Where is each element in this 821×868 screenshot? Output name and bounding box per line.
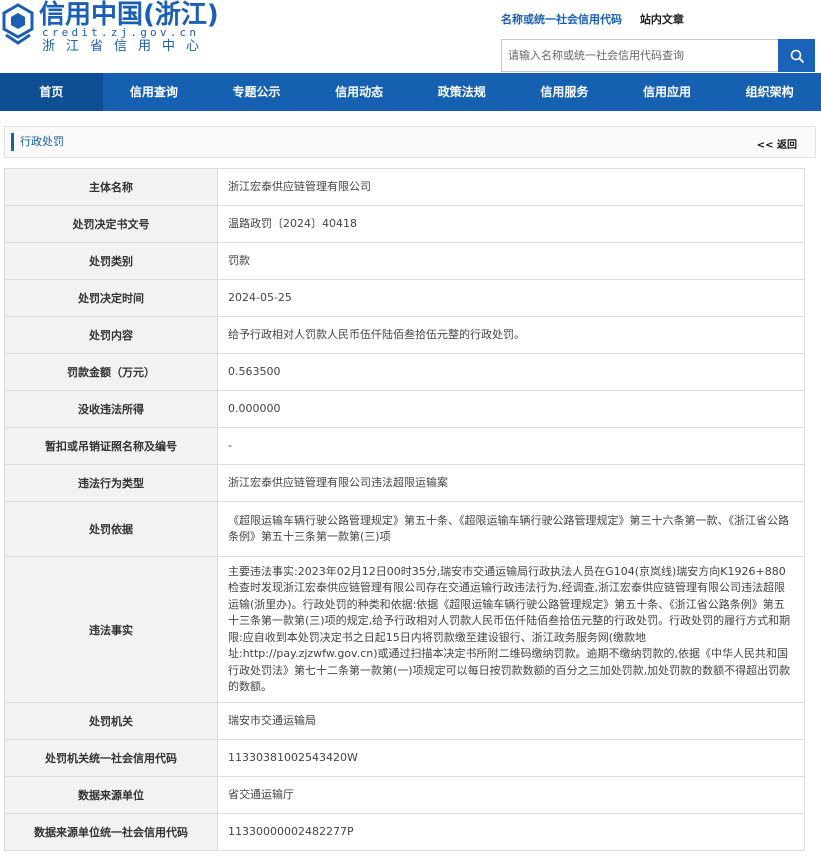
brand-subtitle: 浙江省信用中心 [42, 39, 211, 54]
table-row: 处罚决定书文号 温路政罚〔2024〕40418 [4, 205, 805, 243]
row-value: 11330381002543420W [217, 739, 805, 777]
search-button[interactable] [778, 39, 815, 72]
main-nav: 首页 信用查询 专题公示 信用动态 政策法规 信用服务 信用应用 组织架构 [0, 73, 821, 111]
row-value: 给予行政相对人罚款人民币伍仟陆佰叁拾伍元整的行政处罚。 [217, 316, 805, 354]
row-label: 处罚依据 [4, 501, 218, 557]
table-row: 处罚类别 罚款 [4, 242, 805, 280]
table-row: 违法事实 主要违法事实:2023年02月12日00时35分,瑞安市交通运输局行政… [4, 556, 805, 703]
row-label: 处罚机关统一社会信用代码 [4, 739, 218, 777]
nav-item-policy[interactable]: 政策法规 [411, 73, 514, 111]
row-value: 浙江宏泰供应链管理有限公司违法超限运输案 [217, 464, 805, 502]
row-label: 主体名称 [4, 168, 218, 206]
row-label: 处罚类别 [4, 242, 218, 280]
site-header: 信用中国(浙江) credit.zj.gov.cn 浙江省信用中心 名称或统一社… [0, 0, 821, 73]
nav-item-special-notice[interactable]: 专题公示 [205, 73, 308, 111]
nav-item-credit-news[interactable]: 信用动态 [308, 73, 411, 111]
table-row: 处罚内容 给予行政相对人罚款人民币伍仟陆佰叁拾伍元整的行政处罚。 [4, 316, 805, 354]
row-label: 暂扣或吊销证照名称及编号 [4, 427, 218, 465]
section-accent-bar [11, 133, 14, 151]
row-value: 2024-05-25 [217, 279, 805, 317]
row-label: 违法事实 [4, 556, 218, 703]
nav-item-organization[interactable]: 组织架构 [718, 73, 821, 111]
row-value: 11330000002482277P [217, 813, 805, 851]
row-label: 罚款金额（万元） [4, 353, 218, 391]
nav-item-credit-service[interactable]: 信用服务 [513, 73, 616, 111]
table-row: 没收违法所得 0.000000 [4, 390, 805, 428]
table-row: 处罚机关统一社会信用代码 11330381002543420W [4, 739, 805, 777]
table-row: 暂扣或吊销证照名称及编号 - [4, 427, 805, 465]
table-row: 违法行为类型 浙江宏泰供应链管理有限公司违法超限运输案 [4, 464, 805, 502]
row-value: 浙江宏泰供应链管理有限公司 [217, 168, 805, 206]
table-row: 罚款金额（万元） 0.563500 [4, 353, 805, 391]
search-icon [790, 49, 804, 63]
table-row: 处罚机关 瑞安市交通运输局 [4, 702, 805, 740]
search-tab-credit-code[interactable]: 名称或统一社会信用代码 [501, 11, 622, 27]
section-header: 行政处罚 << 返回 [4, 126, 816, 158]
row-label: 没收违法所得 [4, 390, 218, 428]
row-label: 违法行为类型 [4, 464, 218, 502]
back-link[interactable]: << 返回 [757, 136, 797, 151]
row-label: 处罚决定书文号 [4, 205, 218, 243]
table-row: 处罚依据 《超限运输车辆行驶公路管理规定》第五十条、《超限运输车辆行驶公路管理规… [4, 501, 805, 557]
table-row: 数据来源单位 省交通运输厅 [4, 776, 805, 814]
row-value: 温路政罚〔2024〕40418 [217, 205, 805, 243]
search-tab-articles[interactable]: 站内文章 [640, 11, 684, 27]
row-label: 处罚机关 [4, 702, 218, 740]
nav-item-credit-application[interactable]: 信用应用 [616, 73, 719, 111]
table-row: 处罚决定时间 2024-05-25 [4, 279, 805, 317]
row-value: 0.563500 [217, 353, 805, 391]
table-row: 主体名称 浙江宏泰供应链管理有限公司 [4, 168, 805, 206]
nav-item-home[interactable]: 首页 [0, 73, 103, 111]
row-label: 数据来源单位 [4, 776, 218, 814]
brand-url: credit.zj.gov.cn [42, 26, 200, 39]
row-value: 《超限运输车辆行驶公路管理规定》第五十条、《超限运输车辆行驶公路管理规定》第三十… [217, 501, 805, 557]
nav-item-credit-query[interactable]: 信用查询 [103, 73, 206, 111]
credit-logo-icon[interactable] [2, 3, 34, 45]
row-value: 罚款 [217, 242, 805, 280]
search-input[interactable] [501, 39, 778, 72]
penalty-detail-table: 主体名称 浙江宏泰供应链管理有限公司 处罚决定书文号 温路政罚〔2024〕404… [4, 168, 805, 851]
search-type-tabs: 名称或统一社会信用代码 站内文章 [501, 11, 698, 27]
row-value: 0.000000 [217, 390, 805, 428]
row-value: 主要违法事实:2023年02月12日00时35分,瑞安市交通运输局行政执法人员在… [217, 556, 805, 703]
table-row: 数据来源单位统一社会信用代码 11330000002482277P [4, 813, 805, 851]
row-label: 处罚内容 [4, 316, 218, 354]
section-title: 行政处罚 [20, 135, 64, 148]
row-value: 省交通运输厅 [217, 776, 805, 814]
row-value: 瑞安市交通运输局 [217, 702, 805, 740]
row-value: - [217, 427, 805, 465]
row-label: 数据来源单位统一社会信用代码 [4, 813, 218, 851]
row-label: 处罚决定时间 [4, 279, 218, 317]
